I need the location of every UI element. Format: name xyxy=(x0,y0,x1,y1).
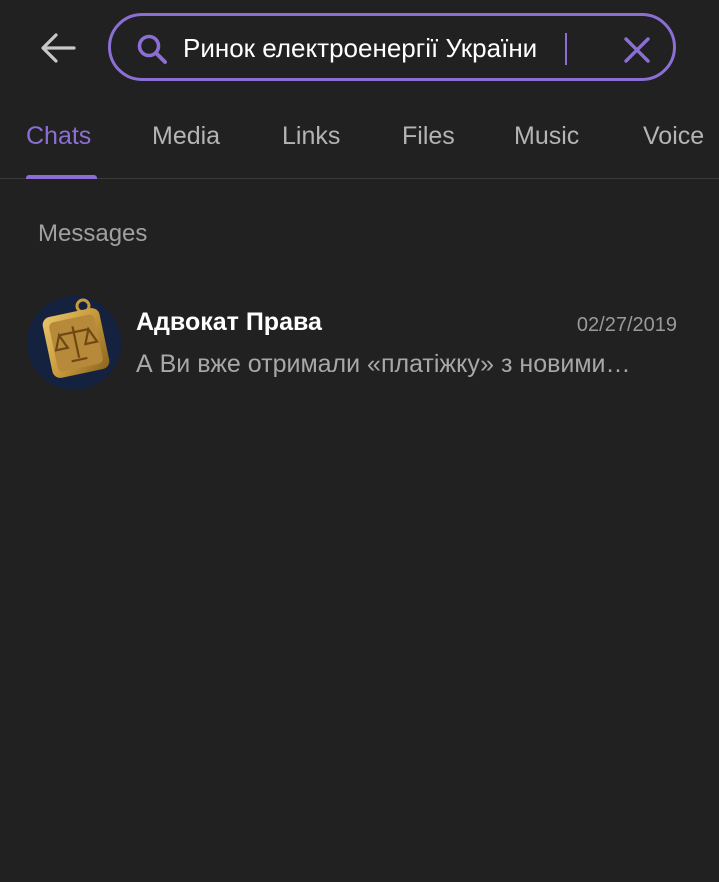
scales-of-justice-pendant-icon xyxy=(27,296,121,390)
search-header xyxy=(0,0,719,96)
messages-section-title: Messages xyxy=(38,220,148,247)
tab-music[interactable]: Music xyxy=(514,122,579,151)
search-screen: Chats Media Links Files Music Voice Mess… xyxy=(0,0,719,882)
search-icon xyxy=(137,34,167,64)
search-input[interactable] xyxy=(183,28,603,68)
tab-voice[interactable]: Voice xyxy=(643,122,704,151)
active-tab-indicator xyxy=(26,175,97,179)
tab-files[interactable]: Files xyxy=(402,122,455,151)
text-cursor xyxy=(565,33,567,65)
close-icon xyxy=(624,37,650,63)
message-date: 02/27/2019 xyxy=(576,314,677,336)
search-bar[interactable] xyxy=(108,13,676,81)
tab-chats[interactable]: Chats xyxy=(26,122,91,151)
tab-media[interactable]: Media xyxy=(152,122,220,151)
avatar xyxy=(27,296,121,390)
search-tabs: Chats Media Links Files Music Voice xyxy=(0,100,719,179)
back-button[interactable] xyxy=(36,28,80,68)
tab-links[interactable]: Links xyxy=(282,122,340,151)
chat-name: Адвокат Права xyxy=(136,308,322,336)
clear-search-button[interactable] xyxy=(619,32,655,68)
message-result-row[interactable]: Адвокат Права 02/27/2019 А Ви вже отрима… xyxy=(0,290,719,394)
message-preview: А Ви вже отримали «платіжку» з новими… xyxy=(136,350,631,378)
arrow-left-icon xyxy=(41,33,76,63)
